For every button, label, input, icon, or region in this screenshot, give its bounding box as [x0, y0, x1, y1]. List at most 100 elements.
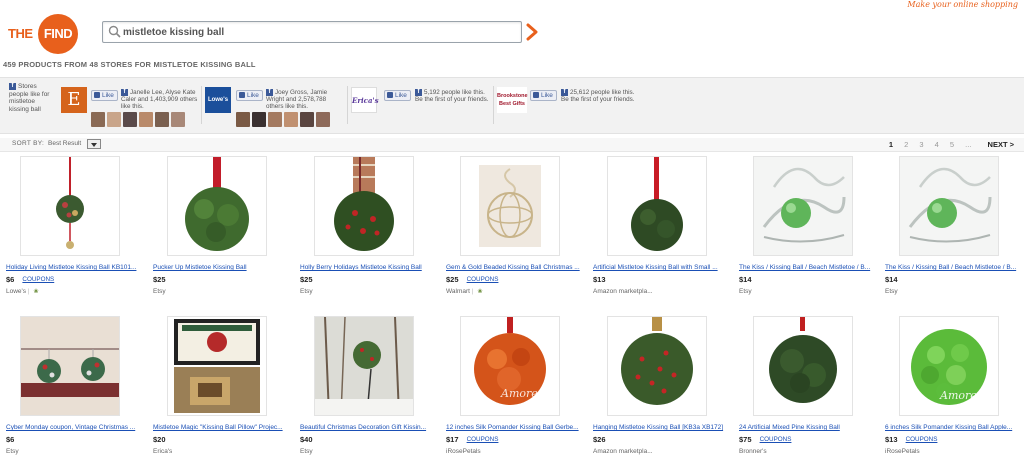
green-leaf-icon: ❀	[33, 289, 39, 295]
page-link-2[interactable]: 2	[904, 140, 908, 149]
product-store: Etsy	[300, 288, 313, 295]
product-thumbnail[interactable]	[607, 156, 707, 256]
store-name[interactable]: Etsy	[739, 288, 752, 295]
product-thumbnail[interactable]	[20, 156, 120, 256]
coupons-link[interactable]: COUPONS	[760, 436, 792, 443]
divider	[347, 86, 348, 124]
product-title-link[interactable]: Gem & Gold Beaded Kissing Ball Christmas…	[446, 264, 588, 271]
coupons-link[interactable]: COUPONS	[906, 436, 938, 443]
sort-dropdown-button[interactable]	[87, 139, 101, 149]
svg-text:Amore: Amore	[939, 389, 977, 402]
product-thumbnail[interactable]	[607, 316, 707, 416]
page-link-3[interactable]: 3	[919, 140, 923, 149]
product-title-link[interactable]: 12 inches Silk Pomander Kissing Ball Ger…	[446, 424, 588, 431]
store-logo-brookstone[interactable]: Brookstone Best Gifts	[497, 87, 528, 113]
sort-value[interactable]: Best Result	[48, 140, 81, 147]
product-title-link[interactable]: 6 inches Silk Pomander Kissing Ball Appl…	[885, 424, 1024, 431]
product-thumbnail[interactable]	[167, 316, 267, 416]
like-text-content: 5,192 people like this. Be the first of …	[415, 89, 489, 103]
store-logo-lowes[interactable]: Lowe's	[205, 87, 231, 113]
page-link-5[interactable]: 5	[950, 140, 954, 149]
product-thumbnail[interactable]: Amore	[460, 316, 560, 416]
friend-avatar[interactable]	[107, 112, 121, 127]
store-like-block: Brookstone Best Gifts Like f 25,612 peopl…	[497, 83, 637, 129]
store-name[interactable]: Amazon marketpla...	[593, 448, 653, 455]
like-button[interactable]: Like	[384, 90, 411, 101]
product-title-link[interactable]: Mistletoe Magic "Kissing Ball Pillow" Pr…	[153, 424, 295, 431]
store-name[interactable]: Etsy	[153, 288, 166, 295]
next-page-link[interactable]: NEXT >	[988, 140, 1014, 149]
product-title-link[interactable]: Holiday Living Mistletoe Kissing Ball KB…	[6, 264, 148, 271]
friend-avatar[interactable]	[252, 112, 266, 127]
store-logo-etsy[interactable]: E	[61, 87, 87, 113]
product-image	[608, 317, 706, 415]
product-thumbnail[interactable]	[314, 316, 414, 416]
product-thumbnail[interactable]: Amore	[899, 316, 999, 416]
facebook-icon: f	[121, 89, 128, 96]
product-thumbnail[interactable]	[460, 156, 560, 256]
store-name[interactable]: Amazon marketpla...	[593, 288, 653, 295]
coupons-link[interactable]: COUPONS	[467, 276, 499, 283]
friend-avatar[interactable]	[316, 112, 330, 127]
product-store: Bronner's	[739, 448, 767, 455]
friend-avatar[interactable]	[139, 112, 153, 127]
friend-avatar[interactable]	[236, 112, 250, 127]
friend-avatar[interactable]	[171, 112, 185, 127]
store-logo-ericas[interactable]: Erica's	[351, 87, 379, 113]
product-image	[21, 317, 119, 415]
product-title-link[interactable]: The Kiss / Kissing Ball / Beach Mistleto…	[739, 264, 881, 271]
product-thumbnail[interactable]	[167, 156, 267, 256]
store-separator: |	[26, 288, 30, 295]
product-title-link[interactable]: Artificial Mistletoe Kissing Ball with S…	[593, 264, 735, 271]
product-thumbnail[interactable]	[20, 316, 120, 416]
thefind-logo[interactable]: THE FIND	[8, 13, 80, 54]
friend-avatar[interactable]	[155, 112, 169, 127]
page-link-4[interactable]: 4	[935, 140, 939, 149]
store-name[interactable]: iRosePetals	[885, 448, 920, 455]
coupons-link[interactable]: COUPONS	[467, 436, 499, 443]
coupons-link[interactable]: COUPONS	[22, 276, 54, 283]
page-link-1[interactable]: 1	[889, 140, 893, 149]
store-name[interactable]: iRosePetals	[446, 448, 481, 455]
product-title-link[interactable]: Pucker Up Mistletoe Kissing Ball	[153, 264, 295, 271]
friend-avatar[interactable]	[268, 112, 282, 127]
store-name[interactable]: Etsy	[885, 288, 898, 295]
product-price: $13	[593, 275, 606, 284]
product-thumbnail[interactable]	[753, 156, 853, 256]
product-store: iRosePetals	[446, 448, 481, 455]
like-button[interactable]: Like	[236, 90, 263, 101]
store-name[interactable]: Lowe's	[6, 288, 26, 295]
friend-avatar[interactable]	[284, 112, 298, 127]
like-button[interactable]: Like	[530, 90, 557, 101]
green-leaf-icon: ❀	[477, 289, 483, 295]
like-label: Like	[541, 92, 553, 99]
search-input[interactable]	[123, 24, 513, 40]
store-name[interactable]: Walmart	[446, 288, 470, 295]
product-store: Etsy	[739, 288, 752, 295]
friend-avatar[interactable]	[300, 112, 314, 127]
svg-text:Amore: Amore	[500, 387, 538, 400]
product-title-link[interactable]: Beautiful Christmas Decoration Gift Kiss…	[300, 424, 442, 431]
like-text: f 25,612 people like this. Be the first o…	[561, 89, 635, 103]
store-name[interactable]: Etsy	[6, 448, 19, 455]
like-button[interactable]: Like	[91, 90, 118, 101]
product-thumbnail[interactable]	[899, 156, 999, 256]
store-name[interactable]: Bronner's	[739, 448, 767, 455]
search-go-arrow-icon[interactable]	[524, 21, 540, 43]
product-image	[168, 317, 266, 415]
product-title-link[interactable]: Holly Berry Holidays Mistletoe Kissing B…	[300, 264, 442, 271]
like-label: Like	[102, 92, 114, 99]
store-name[interactable]: Etsy	[300, 448, 313, 455]
pagination: 1 2 3 4 5 ... NEXT >	[880, 140, 1014, 149]
product-thumbnail[interactable]	[753, 316, 853, 416]
friend-avatar[interactable]	[91, 112, 105, 127]
store-name[interactable]: Erica's	[153, 448, 172, 455]
product-title-link[interactable]: Cyber Monday coupon, Vintage Christmas .…	[6, 424, 148, 431]
product-title-link[interactable]: The Kiss / Kissing Ball / Beach Mistleto…	[885, 264, 1024, 271]
product-thumbnail[interactable]	[314, 156, 414, 256]
friend-avatar[interactable]	[123, 112, 137, 127]
product-title-link[interactable]: 24 Artificial Mixed Pine Kissing Ball	[739, 424, 881, 431]
page-ellipsis: ...	[965, 140, 972, 149]
product-title-link[interactable]: Hanging Mistletoe Kissing Ball [KB3a XB1…	[593, 424, 735, 431]
store-name[interactable]: Etsy	[300, 288, 313, 295]
